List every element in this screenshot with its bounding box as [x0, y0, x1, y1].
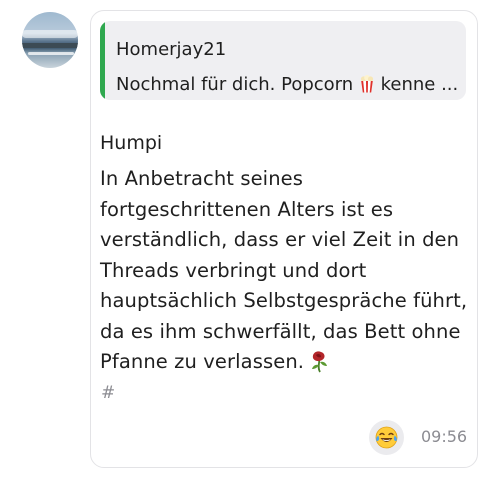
message-body: In Anbetracht seines fortgeschrittenen A… — [100, 167, 468, 373]
message-bubble: Homerjay21 Nochmal für dich. Popcorn ken… — [90, 10, 478, 468]
avatar-cloud — [22, 30, 78, 38]
avatar-land — [22, 43, 78, 48]
message-text: In Anbetracht seines fortgeschrittenen A… — [100, 164, 472, 378]
reaction-button[interactable] — [369, 420, 404, 455]
hashtag-link[interactable]: # — [101, 383, 115, 403]
quote-text-end: kenne ... — [374, 74, 459, 95]
quote-author: Homerjay21 — [116, 39, 227, 60]
popcorn-icon — [360, 75, 373, 93]
timestamp: 09:56 — [421, 427, 468, 446]
quoted-message[interactable]: Homerjay21 Nochmal für dich. Popcorn ken… — [100, 21, 466, 100]
sender-avatar[interactable] — [22, 12, 78, 68]
quote-text-start: Nochmal für dich. Popcorn — [116, 74, 359, 95]
tears-of-joy-icon — [375, 426, 398, 449]
sender-name[interactable]: Humpi — [100, 132, 162, 154]
wilted-rose-icon — [312, 351, 328, 373]
quote-text: Nochmal für dich. Popcorn kenne ... — [116, 74, 459, 95]
quote-accent-bar — [100, 21, 105, 100]
avatar-waves — [28, 52, 74, 55]
